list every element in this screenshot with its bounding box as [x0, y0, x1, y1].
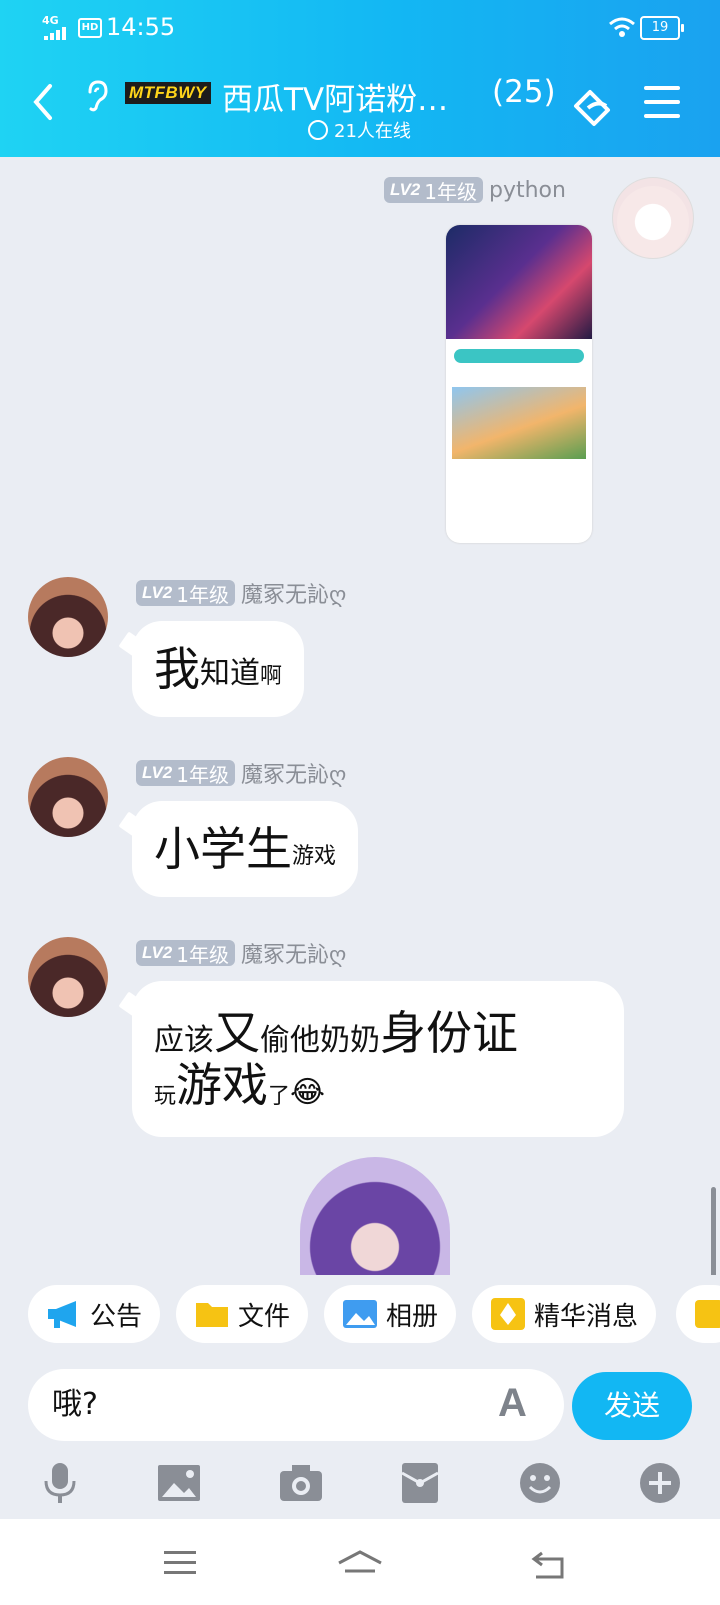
- files-chip[interactable]: 文件: [176, 1285, 309, 1343]
- avatar[interactable]: [28, 937, 108, 1017]
- chat-area[interactable]: LV2 1年级 python LV2 1年级 魔冢无訫ღ 我 知道 啊 LV2 1年级…: [0, 157, 720, 1275]
- hd-voice-icon: HD: [78, 18, 102, 38]
- image-icon[interactable]: [156, 1461, 202, 1505]
- message-bubble[interactable]: 小学生 游戏: [132, 801, 359, 897]
- member-count: (25): [492, 74, 556, 110]
- ear-icon[interactable]: [84, 80, 110, 112]
- microphone-icon[interactable]: [40, 1461, 80, 1505]
- message-header: LV2 1年级 python: [384, 177, 566, 204]
- group-title[interactable]: 西瓜TV阿诺粉…: [222, 74, 448, 119]
- group-badge: MTFBWY: [125, 82, 211, 104]
- signal-icon: [44, 27, 66, 40]
- menu-icon[interactable]: [644, 86, 680, 128]
- checkmark-icon: [695, 1300, 720, 1328]
- chat-header: 4G HD 14:55 19 MTFBWY 西瓜TV阿诺粉… (25) 21人在…: [0, 0, 720, 157]
- online-status: 21人在线: [308, 117, 411, 143]
- essence-icon: [491, 1298, 525, 1330]
- message-bubble[interactable]: 我 知道 啊: [132, 621, 305, 717]
- share-icon[interactable]: [568, 84, 616, 128]
- message-bubble[interactable]: 应该 又 偷他奶奶 身份证 玩 游戏 了 😂: [132, 981, 624, 1137]
- megaphone-icon: [48, 1301, 76, 1328]
- sticker-image[interactable]: [300, 1157, 450, 1275]
- message-input[interactable]: 哦?: [28, 1369, 564, 1441]
- plus-icon[interactable]: [638, 1461, 682, 1505]
- folder-icon: [196, 1303, 228, 1327]
- sender-name: 魔冢无訫ღ: [240, 763, 347, 788]
- image-message[interactable]: [446, 225, 592, 543]
- recent-apps-icon[interactable]: [162, 1549, 198, 1577]
- avatar[interactable]: [612, 177, 694, 259]
- level-badge: LV2 1年级: [384, 177, 483, 204]
- avatar[interactable]: [28, 757, 108, 837]
- announcement-chip[interactable]: 公告: [28, 1285, 161, 1343]
- back-nav-icon[interactable]: [530, 1549, 568, 1581]
- level-badge: LV2 1年级: [136, 580, 235, 607]
- home-icon[interactable]: [336, 1549, 384, 1581]
- online-text: 21人在线: [334, 121, 411, 142]
- status-time: 14:55: [106, 13, 176, 41]
- system-nav-bar: [0, 1519, 720, 1605]
- input-icons: [0, 1451, 720, 1519]
- red-packet-icon[interactable]: [400, 1461, 440, 1505]
- back-arrow-icon[interactable]: [30, 82, 54, 122]
- battery-indicator: 19: [640, 16, 684, 40]
- message-header: LV2 1年级 魔冢无訫ღ: [136, 757, 346, 789]
- message-header: LV2 1年级 魔冢无訫ღ: [136, 937, 346, 969]
- camera-icon[interactable]: [278, 1461, 324, 1505]
- photo-album-icon: [343, 1300, 377, 1328]
- sender-name: python: [488, 177, 566, 203]
- avatar[interactable]: [28, 577, 108, 657]
- send-button[interactable]: 发送: [572, 1372, 692, 1440]
- composer: 哦? A 发送: [0, 1369, 720, 1451]
- laughing-emoji: 😂: [290, 1075, 326, 1110]
- text-style-icon[interactable]: A: [498, 1381, 527, 1426]
- album-chip[interactable]: 相册: [324, 1285, 457, 1343]
- sender-name: 魔冢无訫ღ: [240, 583, 347, 608]
- wifi-icon: [609, 17, 635, 37]
- scrollbar[interactable]: [711, 1187, 716, 1275]
- more-chip[interactable]: [676, 1285, 720, 1343]
- level-badge: LV2 1年级: [136, 940, 235, 967]
- emoji-icon[interactable]: [518, 1461, 562, 1505]
- sender-name: 魔冢无訫ღ: [240, 943, 347, 968]
- level-badge: LV2 1年级: [136, 760, 235, 787]
- essence-chip[interactable]: 精华消息: [472, 1285, 657, 1343]
- message-header: LV2 1年级 魔冢无訫ღ: [136, 577, 346, 609]
- quick-toolbar: 公告 文件 相册 精华消息: [0, 1275, 720, 1369]
- smile-icon: [308, 120, 328, 140]
